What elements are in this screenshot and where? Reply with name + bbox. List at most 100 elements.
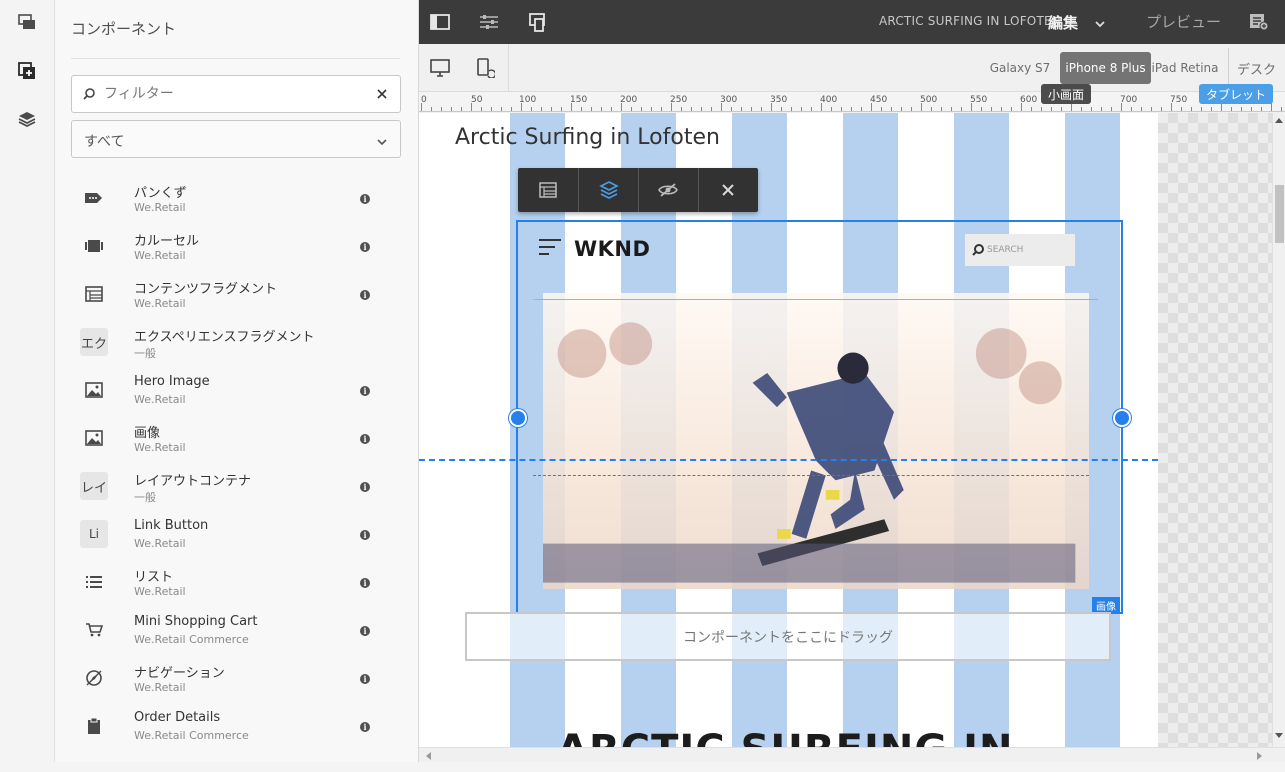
list-item[interactable]: ナビゲーション We.Retail i [71, 656, 387, 704]
ruler-label: 600 [1020, 95, 1038, 105]
ruler-tick [451, 107, 452, 111]
scroll-left-icon[interactable] [425, 752, 431, 760]
ruler-tick [551, 107, 552, 111]
list-item[interactable]: コンテンツフラグメント We.Retail i [71, 272, 387, 320]
content-tree-icon[interactable] [14, 106, 40, 132]
ruler-tick [951, 107, 952, 111]
device-iphone-8-plus[interactable]: iPhone 8 Plus [1060, 52, 1151, 84]
scroll-right-icon[interactable] [1257, 752, 1263, 760]
device-ipad-retina[interactable]: iPad Retina [1152, 52, 1219, 84]
chevron-down-icon [376, 133, 388, 152]
drop-zone[interactable]: コンポーネントをここにドラッグ [465, 612, 1111, 661]
info-icon[interactable]: i [360, 194, 370, 204]
component-name: Link Button [134, 518, 209, 533]
scroll-down-icon[interactable] [1275, 733, 1283, 739]
ruler-tick [1011, 107, 1012, 111]
properties-icon[interactable] [518, 168, 578, 212]
ruler-tick [1161, 107, 1162, 111]
resize-handle-right[interactable] [1113, 409, 1131, 427]
ruler-tick [1081, 107, 1082, 111]
page-properties-icon[interactable] [477, 10, 501, 34]
ruler-tick [1141, 107, 1142, 111]
selected-component-outline[interactable] [516, 220, 1123, 614]
info-icon[interactable]: i [360, 434, 370, 444]
canvas-scrollbar[interactable] [1272, 113, 1285, 747]
component-group: We.Retail [134, 681, 186, 694]
mode-selector[interactable]: 編集 [1048, 12, 1078, 33]
scroll-up-icon[interactable] [1275, 117, 1283, 123]
ruler-tick [1041, 107, 1042, 111]
group-select[interactable]: すべて [71, 120, 401, 158]
ruler-tick [961, 107, 962, 111]
device-rotate-icon[interactable] [473, 56, 497, 80]
list-item[interactable]: Order Details We.Retail Commerce i [71, 704, 387, 752]
editor-canvas: Arctic Surfing in Lofoten WKND SEARCH 画像… [419, 113, 1272, 747]
annotations-icon[interactable] [1247, 10, 1271, 34]
info-icon[interactable]: i [360, 626, 370, 636]
info-icon[interactable]: i [360, 578, 370, 588]
left-rail [0, 0, 55, 772]
info-icon[interactable]: i [360, 242, 370, 252]
carousel-icon [80, 232, 108, 260]
info-icon[interactable]: i [360, 722, 370, 732]
ruler-tick [831, 107, 832, 111]
components-icon[interactable] [14, 58, 40, 84]
device-galaxy-s7[interactable]: Galaxy S7 [987, 52, 1053, 84]
list-icon [80, 568, 108, 596]
ruler-tick [641, 107, 642, 111]
breakpoint-small[interactable]: 小画面 [1041, 84, 1092, 104]
emulator-icon[interactable] [526, 10, 550, 34]
components-panel: コンポーネント すべて パンくず We.Retail i [55, 0, 453, 772]
list-item[interactable]: レイ レイアウトコンテナ 一般 i [71, 464, 387, 512]
ruler-tick [1151, 107, 1152, 111]
info-icon[interactable]: i [360, 482, 370, 492]
ruler-tick [1221, 103, 1222, 111]
list-item[interactable]: Mini Shopping Cart We.Retail Commerce i [71, 608, 387, 656]
breakpoint-tablet[interactable]: タブレット [1199, 84, 1274, 104]
side-panel-toggle-icon[interactable] [428, 10, 452, 34]
scroll-thumb[interactable] [1275, 185, 1284, 243]
emulator-bar: Galaxy S7 iPhone 8 Plus iPad Retina デスク [419, 44, 1285, 92]
list-item[interactable]: リスト We.Retail i [71, 560, 387, 608]
list-item[interactable]: パンくず We.Retail i [71, 176, 387, 224]
ruler-tick [701, 107, 702, 111]
list-item[interactable]: エク エクスペリエンスフラグメント 一般 [71, 320, 387, 368]
info-icon[interactable]: i [360, 530, 370, 540]
resize-handle-left[interactable] [509, 409, 527, 427]
ruler-tick [601, 107, 602, 111]
ruler: 0 50 100 150 200 250 300 350 400 450 500… [419, 92, 1285, 112]
device-desktop[interactable]: デスク [1237, 52, 1285, 84]
ruler-tick [741, 107, 742, 111]
preview-button[interactable]: プレビュー [1146, 11, 1221, 32]
editor-header: ARCTIC SURFING IN LOFOTEN 編集 プレビュー [419, 0, 1285, 44]
hero-heading[interactable]: ARCTIC SURFING IN [557, 727, 1013, 747]
assets-icon[interactable] [14, 9, 40, 35]
list-item[interactable]: カルーセル We.Retail i [71, 224, 387, 272]
layout-icon[interactable] [579, 168, 639, 212]
close-icon[interactable] [698, 168, 758, 212]
list-item[interactable]: Hero Image We.Retail i [71, 368, 387, 416]
component-name: コンテンツフラグメント [134, 282, 278, 297]
component-name: 画像 [134, 426, 161, 441]
list-item[interactable]: Li Link Button We.Retail i [71, 512, 387, 560]
close-icon[interactable] [374, 86, 390, 102]
hide-icon[interactable] [638, 168, 698, 212]
component-group: We.Retail Commerce [134, 633, 249, 646]
ruler-tick [631, 107, 632, 111]
clipboard-icon [80, 712, 108, 740]
ruler-tick [1181, 107, 1182, 111]
desktop-icon[interactable] [428, 56, 452, 80]
ruler-tick [1231, 107, 1232, 111]
divider [71, 58, 400, 59]
info-icon[interactable]: i [360, 290, 370, 300]
info-icon[interactable]: i [360, 386, 370, 396]
group-select-value: すべて [84, 134, 125, 150]
list-item[interactable]: 画像 We.Retail i [71, 416, 387, 464]
chevron-down-icon[interactable] [1094, 15, 1106, 34]
filter-input[interactable] [104, 76, 364, 112]
ruler-tick [461, 107, 462, 111]
page-heading[interactable]: Arctic Surfing in Lofoten [455, 125, 720, 150]
info-icon[interactable]: i [360, 674, 370, 684]
canvas-horizontal-scrollbar[interactable] [419, 747, 1285, 762]
component-group: 一般 [134, 347, 156, 360]
